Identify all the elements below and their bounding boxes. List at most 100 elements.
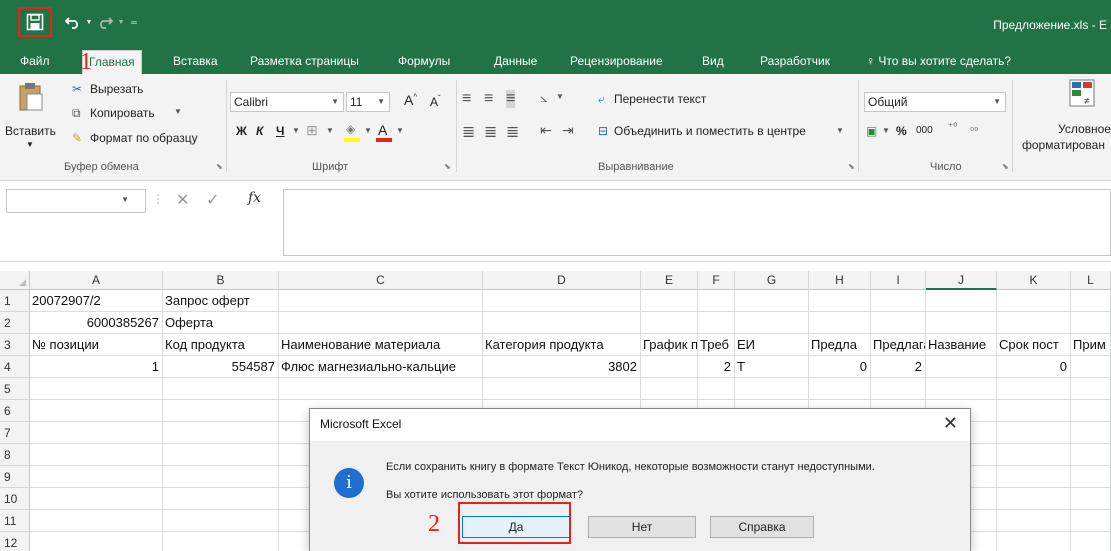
cell-j3[interactable]: Название	[926, 334, 996, 355]
row-header-10[interactable]: 10	[0, 488, 30, 510]
cell-g4[interactable]: Т	[735, 356, 808, 377]
row-header-2[interactable]: 2	[0, 312, 30, 334]
cell-a2[interactable]: 6000385267	[30, 312, 162, 333]
cell-a4[interactable]: 1	[30, 356, 162, 377]
tab-review[interactable]: Рецензирование	[570, 48, 663, 74]
thousands-button[interactable]: 000	[916, 125, 933, 136]
save-button[interactable]	[18, 7, 52, 37]
align-center-icon[interactable]: ≣	[484, 122, 497, 142]
cell-i4[interactable]: 2	[871, 356, 925, 377]
cell-a1[interactable]: 20072907/2	[30, 290, 162, 311]
decrease-indent-icon[interactable]: ⇤	[540, 122, 552, 139]
row-header-11[interactable]: 11	[0, 510, 30, 532]
tab-data[interactable]: Данные	[494, 48, 537, 74]
column-header-e[interactable]: E	[641, 271, 698, 290]
cell-f4[interactable]: 2	[698, 356, 734, 377]
column-header-a[interactable]: A	[30, 271, 163, 290]
name-box[interactable]: ▼	[6, 189, 146, 213]
orientation-icon[interactable]: ⦣	[540, 90, 547, 106]
tell-me-search[interactable]: ♀ Что вы хотите сделать?	[866, 48, 1011, 74]
cell-c4[interactable]: Флюс магнезиально-кальцие	[279, 356, 482, 377]
font-color-dropdown-icon[interactable]: ▼	[396, 126, 404, 135]
tab-insert[interactable]: Вставка	[173, 48, 218, 74]
increase-font-icon[interactable]: A^	[404, 92, 417, 108]
redo-button[interactable]	[94, 9, 116, 35]
column-header-b[interactable]: B	[163, 271, 279, 290]
row-header-3[interactable]: 3	[0, 334, 30, 356]
cell-b3[interactable]: Код продукта	[163, 334, 278, 355]
tab-page-layout[interactable]: Разметка страницы	[250, 48, 359, 74]
row-header-5[interactable]: 5	[0, 378, 30, 400]
borders-icon[interactable]: ⊞	[306, 122, 318, 139]
increase-decimal-icon[interactable]: ⁺⁰	[948, 122, 957, 133]
tab-developer[interactable]: Разработчик	[760, 48, 830, 74]
formula-input[interactable]	[283, 189, 1111, 256]
font-launcher-icon[interactable]: ⬊	[444, 163, 452, 171]
align-left-icon[interactable]: ≣	[462, 122, 475, 142]
decrease-decimal-icon[interactable]: ₀₀	[970, 122, 978, 133]
currency-dropdown-icon[interactable]: ▼	[882, 126, 890, 135]
decrease-font-icon[interactable]: Aˇ	[430, 94, 441, 109]
row-header-12[interactable]: 12	[0, 532, 30, 551]
column-header-h[interactable]: H	[809, 271, 871, 290]
redo-dropdown[interactable]: ▼	[116, 9, 126, 35]
help-button[interactable]: Справка	[710, 516, 814, 538]
cell-a3[interactable]: № позиции	[30, 334, 162, 355]
cell-h3[interactable]: Предла	[809, 334, 870, 355]
cell-k3[interactable]: Срок пост	[997, 334, 1070, 355]
cell-k4[interactable]: 0	[997, 356, 1070, 377]
alignment-launcher-icon[interactable]: ⬊	[848, 163, 856, 171]
font-name-select[interactable]: Calibri ▼	[230, 92, 344, 112]
cell-d4[interactable]: 3802	[483, 356, 640, 377]
font-color-icon[interactable]: A	[378, 122, 387, 138]
increase-indent-icon[interactable]: ⇥	[562, 122, 574, 139]
cell-h4[interactable]: 0	[809, 356, 870, 377]
select-all-corner[interactable]: ◢	[0, 271, 30, 290]
cell-b1[interactable]: Запрос оферт	[163, 290, 1110, 311]
undo-button[interactable]	[62, 9, 84, 35]
column-header-g[interactable]: G	[735, 271, 809, 290]
undo-dropdown[interactable]: ▼	[84, 9, 94, 35]
cell-c3[interactable]: Наименование материала	[279, 334, 482, 355]
cancel-icon[interactable]: ✕	[176, 190, 189, 210]
column-header-c[interactable]: C	[279, 271, 483, 290]
number-format-select[interactable]: Общий ▼	[864, 92, 1006, 112]
borders-dropdown-icon[interactable]: ▼	[326, 126, 334, 135]
fill-color-icon[interactable]: ◈	[346, 122, 355, 136]
row-header-1[interactable]: 1	[0, 290, 30, 312]
cell-g3[interactable]: ЕИ	[735, 334, 808, 355]
font-size-select[interactable]: 11 ▼	[346, 92, 390, 112]
cell-i3[interactable]: Предлага	[871, 334, 925, 355]
bold-button[interactable]: Ж	[236, 124, 247, 138]
column-header-d[interactable]: D	[483, 271, 641, 290]
column-header-l[interactable]: L	[1071, 271, 1111, 290]
underline-button[interactable]: Ч	[276, 124, 284, 138]
enter-icon[interactable]: ✓	[206, 190, 219, 210]
row-header-4[interactable]: 4	[0, 356, 30, 378]
row-header-9[interactable]: 9	[0, 466, 30, 488]
row-header-6[interactable]: 6	[0, 400, 30, 422]
percent-button[interactable]: %	[896, 124, 907, 138]
no-button[interactable]: Нет	[588, 516, 696, 538]
cell-b4[interactable]: 554587	[163, 356, 278, 377]
align-top-icon[interactable]: ≡	[462, 90, 471, 108]
insert-function-icon[interactable]: fx	[248, 190, 261, 206]
italic-button[interactable]: К	[256, 124, 263, 138]
row-header-8[interactable]: 8	[0, 444, 30, 466]
conditional-formatting-button[interactable]: ≠ Условное форматирован	[1016, 78, 1111, 158]
row-header-7[interactable]: 7	[0, 422, 30, 444]
column-header-j[interactable]: J	[926, 271, 997, 290]
orientation-dropdown-icon[interactable]: ▼	[556, 92, 564, 101]
cell-f3[interactable]: Треб	[698, 334, 734, 355]
align-right-icon[interactable]: ≣	[506, 122, 519, 142]
close-icon[interactable]: ✕	[943, 413, 958, 434]
fill-dropdown-icon[interactable]: ▼	[364, 126, 372, 135]
cell-e3[interactable]: График п	[641, 334, 697, 355]
tab-formulas[interactable]: Формулы	[398, 48, 450, 74]
tab-view[interactable]: Вид	[702, 48, 724, 74]
clipboard-launcher-icon[interactable]: ⬊	[216, 163, 224, 171]
tab-file[interactable]: Файл	[20, 48, 50, 74]
cell-b2[interactable]: Оферта	[163, 312, 1110, 333]
cell-l3[interactable]: Прим	[1071, 334, 1110, 355]
column-header-i[interactable]: I	[871, 271, 926, 290]
